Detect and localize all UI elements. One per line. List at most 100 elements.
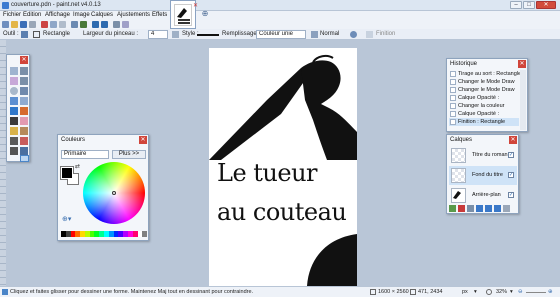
palette-swatch[interactable] (142, 231, 148, 237)
history-item-selected[interactable]: Finition : Rectangle (449, 118, 519, 126)
move-layer-up-icon[interactable] (485, 205, 492, 212)
menu-ajustements[interactable]: Ajustements (117, 12, 150, 18)
zoom-dropdown-icon[interactable]: ▾ (510, 289, 513, 295)
paintbrush-icon[interactable] (10, 117, 18, 125)
add-image-tab-button[interactable]: ⊕ (200, 10, 210, 19)
recolor-icon[interactable] (20, 137, 28, 145)
history-scrollbar[interactable] (520, 70, 526, 130)
color-palette[interactable] (61, 231, 148, 237)
magic-wand-icon[interactable] (10, 97, 18, 105)
duplicate-layer-icon[interactable] (467, 205, 474, 212)
document-canvas[interactable]: Le tueur au couteau (209, 48, 357, 286)
zoom-in-icon[interactable]: ⊕ (548, 289, 553, 295)
clone-stamp-icon[interactable] (20, 127, 28, 135)
primary-color-front[interactable] (61, 167, 73, 179)
close-tab-icon[interactable]: ✕ (193, 2, 198, 9)
canvas-title-line2: au couteau (217, 198, 347, 226)
copy-icon[interactable] (50, 21, 57, 28)
menu-effets[interactable]: Effets (152, 12, 167, 18)
layer-visibility-checkbox[interactable]: ✓ (508, 192, 514, 198)
lasso-select-icon[interactable] (10, 77, 18, 85)
zoom-slider[interactable] (526, 292, 546, 293)
alpha-blending-icon[interactable] (350, 31, 357, 38)
add-layer-icon[interactable] (449, 205, 456, 212)
redo-icon[interactable] (101, 21, 108, 28)
eraser-icon[interactable] (20, 117, 28, 125)
pan-icon[interactable] (20, 97, 28, 105)
menu-fichier[interactable]: Fichier (3, 12, 21, 18)
gradient-icon[interactable] (20, 107, 28, 115)
shapes-tool-icon[interactable] (20, 155, 29, 162)
tool-shape-icon[interactable] (21, 31, 28, 38)
deselect-icon[interactable] (80, 21, 87, 28)
antialias-icon[interactable] (172, 31, 179, 38)
close-tools-panel-icon[interactable]: ✕ (20, 56, 28, 64)
layer-row-selected[interactable]: Fond du titre ✓ (449, 166, 517, 185)
history-item[interactable]: Changer le Mode Draw (449, 78, 519, 86)
history-item[interactable]: Changer la couleur (449, 102, 519, 110)
maximize-button[interactable]: □ (523, 1, 535, 9)
menu-edition[interactable]: Edition (23, 12, 41, 18)
move-pixels-icon[interactable] (20, 77, 28, 85)
pencil-icon[interactable] (10, 127, 18, 135)
new-file-icon[interactable] (2, 21, 9, 28)
save-icon[interactable] (20, 21, 27, 28)
add-to-palette-icon[interactable]: ⊕▾ (62, 215, 71, 223)
cut-icon[interactable] (41, 21, 48, 28)
move-selection-icon[interactable] (20, 67, 28, 75)
color-wheel-cursor[interactable] (112, 191, 116, 195)
menu-affichage[interactable]: Affichage (45, 12, 70, 18)
color-wheel[interactable] (83, 162, 145, 224)
brush-width-input[interactable]: 4 (148, 30, 168, 39)
minimize-button[interactable]: ‒ (510, 1, 522, 9)
history-item[interactable]: Changer le Mode Draw (449, 86, 519, 94)
zoom-icon[interactable] (20, 87, 28, 95)
open-folder-icon[interactable] (11, 21, 18, 28)
rectangle-select-icon[interactable] (10, 67, 18, 75)
layer-row[interactable]: Titre du roman ✓ (449, 146, 517, 165)
menu-image[interactable]: Image (73, 12, 90, 18)
grid-icon[interactable] (113, 21, 120, 28)
image-tab-couverture[interactable]: ✕ (170, 0, 198, 29)
line-curve-icon[interactable] (20, 147, 28, 155)
line-style-preview[interactable] (197, 34, 219, 36)
delete-layer-icon[interactable] (458, 205, 465, 212)
layer-row[interactable]: Arrière-plan ✓ (449, 186, 517, 205)
paste-icon[interactable] (59, 21, 66, 28)
shape-value[interactable]: Rectangle (43, 31, 70, 37)
merge-layer-down-icon[interactable] (476, 205, 483, 212)
color-picker-icon[interactable] (10, 137, 18, 145)
more-colors-button[interactable]: Plus >> (112, 150, 146, 159)
layer-visibility-checkbox[interactable]: ✓ (508, 172, 514, 178)
ruler-icon[interactable] (122, 21, 129, 28)
ellipse-select-icon[interactable] (10, 87, 18, 95)
move-layer-down-icon[interactable] (494, 205, 501, 212)
close-history-panel-icon[interactable]: ✕ (518, 60, 526, 68)
fill-select[interactable]: Couleur unie (256, 30, 306, 39)
finish-icon[interactable] (366, 31, 373, 38)
layer-properties-icon[interactable] (503, 205, 510, 212)
zoom-level[interactable]: 32% (496, 289, 507, 295)
history-item[interactable]: Calque Opacité : (449, 94, 519, 102)
close-colors-panel-icon[interactable]: ✕ (139, 136, 147, 144)
status-bar: Cliquez et faites glisser pour dessiner … (0, 286, 560, 297)
history-item[interactable]: Tirage au sort : Rectangle (449, 70, 521, 78)
tools-panel: ✕ (6, 54, 30, 162)
history-item[interactable]: Calque Opacité : (449, 110, 519, 118)
color-target-select[interactable]: Primaire (61, 150, 109, 159)
text-tool-icon[interactable] (10, 147, 18, 155)
paint-bucket-icon[interactable] (10, 107, 18, 115)
finish-button[interactable]: Finition (376, 31, 395, 37)
zoom-out-icon[interactable]: ⊖ (518, 289, 523, 295)
crop-icon[interactable] (71, 21, 78, 28)
undo-icon[interactable] (92, 21, 99, 28)
layer-visibility-checkbox[interactable]: ✓ (508, 152, 514, 158)
close-button[interactable]: ✕ (536, 1, 556, 9)
menu-calques[interactable]: Calques (91, 12, 113, 18)
print-icon[interactable] (29, 21, 36, 28)
blend-mode-select[interactable]: Normal (320, 31, 339, 37)
close-layers-panel-icon[interactable]: ✕ (509, 136, 517, 144)
swap-colors-icon[interactable]: ⇄ (75, 163, 80, 170)
unit-select[interactable]: px (462, 289, 468, 295)
unit-dropdown-icon[interactable]: ▾ (474, 289, 477, 295)
